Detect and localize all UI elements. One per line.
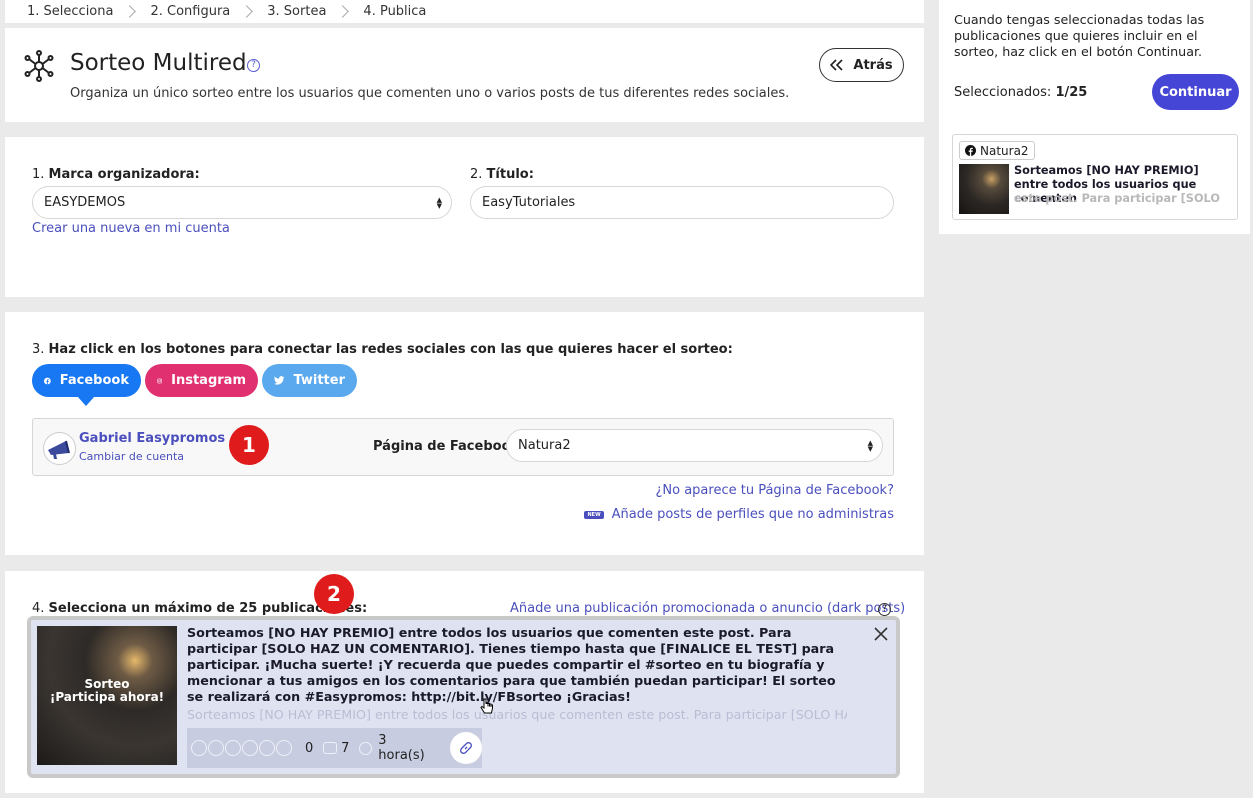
add-posts-link[interactable]: Añade posts de perfiles que no administr…: [612, 507, 894, 522]
back-button[interactable]: Atrás: [819, 48, 904, 82]
avatar: [43, 432, 76, 465]
side-instructions: Cuando tengas seleccionadas todas las pu…: [954, 12, 1205, 59]
brand-card: 1. Marca organizadora: EASYDEMOS ▲ ▼ Crea…: [5, 137, 924, 297]
networks-card: 3. Haz click en los botones para conecta…: [5, 312, 924, 555]
selection-panel: Cuando tengas seleccionadas todas las pu…: [939, 0, 1250, 234]
double-chevron-left-icon: [830, 59, 843, 71]
post-stats: 0 7 3 hora(s): [187, 728, 482, 768]
networks-label: 3. Haz click en los botones para conecta…: [32, 342, 733, 357]
post-faded-text: Sorteamos [NO HAY PREMIO] entre todos lo…: [187, 707, 847, 722]
step-badge-1: 1: [229, 425, 269, 465]
select-arrows-icon: ▲ ▼: [436, 196, 442, 210]
change-account-link[interactable]: Cambiar de cuenta: [79, 450, 184, 463]
create-brand-link[interactable]: Crear una nueva en mi cuenta: [32, 221, 230, 236]
link-button[interactable]: [450, 732, 482, 764]
comment-icon: [323, 742, 338, 754]
post-image-line2: ¡Participa ahora!: [49, 690, 165, 704]
step-2[interactable]: 2. Configura: [150, 4, 230, 19]
missing-page-link[interactable]: ¿No aparece tu Página de Facebook?: [656, 483, 895, 498]
reaction-icons: [191, 740, 292, 756]
facebook-button[interactable]: Facebook: [32, 364, 141, 406]
network-hub-icon: [24, 50, 54, 82]
megaphone-icon: [48, 440, 70, 459]
steps-breadcrumb: 1. Selecciona 2. Configura 3. Sortea 4. …: [5, 0, 924, 23]
step-1[interactable]: 1. Selecciona: [27, 4, 113, 19]
brand-label: 1. Marca organizadora:: [32, 167, 200, 182]
back-label: Atrás: [853, 57, 893, 73]
facebook-account-box: Gabriel Easypromos Cambiar de cuenta 1 P…: [32, 418, 894, 476]
step-badge-2: 2: [314, 574, 354, 614]
continue-button[interactable]: Continuar: [1152, 74, 1239, 110]
publications-card: 4. Selecciona un máximo de 25 publicacio…: [5, 571, 924, 793]
post-image: Sorteo ¡Participa ahora!: [37, 626, 177, 765]
chevron-right-icon: [336, 5, 350, 18]
facebook-icon: [44, 377, 51, 384]
brand-select-value: EASYDEMOS: [44, 195, 126, 210]
post-time: 3 hora(s): [378, 733, 425, 763]
add-profile-posts[interactable]: NEW Añade posts de perfiles que no admin…: [584, 507, 894, 522]
network-buttons: Facebook Instagram Twitter: [32, 364, 357, 406]
page-label: Página de Facebook:: [373, 439, 525, 454]
selected-post[interactable]: Sorteo ¡Participa ahora! Sorteamos [NO H…: [27, 616, 900, 778]
mini-page-tag: Natura2: [959, 141, 1035, 160]
instagram-button[interactable]: Instagram: [145, 364, 258, 397]
comment-count: 7: [341, 740, 350, 756]
account-name[interactable]: Gabriel Easypromos: [79, 431, 225, 446]
page-select-value: Natura2: [518, 438, 571, 453]
active-pointer: [77, 396, 95, 406]
select-arrows-icon: ▲ ▼: [867, 439, 873, 453]
help-icon[interactable]: ?: [247, 59, 260, 72]
clock-icon: [359, 741, 373, 755]
title-label: 2. Título:: [470, 167, 534, 182]
header-card: Sorteo Multired ? Organiza un único sort…: [5, 28, 924, 122]
facebook-page-select[interactable]: Natura2 ▲ ▼: [506, 429, 883, 462]
twitter-icon: [274, 376, 285, 385]
title-input[interactable]: [470, 186, 894, 219]
mini-post-image: [959, 164, 1009, 214]
twitter-button[interactable]: Twitter: [262, 364, 357, 397]
instagram-icon: [157, 378, 162, 383]
facebook-icon: [965, 145, 976, 156]
chevron-right-icon: [240, 5, 254, 18]
mini-post-faded: este post. Para participar [SOLO: [1014, 192, 1220, 205]
step-3[interactable]: 3. Sortea: [267, 4, 326, 19]
selected-post-preview[interactable]: Natura2 Sorteamos [NO HAY PREMIO] entre …: [952, 134, 1238, 220]
selected-counter: Seleccionados: 1/25: [954, 85, 1088, 100]
reaction-count: 0: [305, 740, 314, 756]
brand-select[interactable]: EASYDEMOS ▲ ▼: [32, 186, 452, 219]
post-text: Sorteamos [NO HAY PREMIO] entre todos lo…: [187, 625, 836, 704]
help-icon[interactable]: ?: [878, 603, 891, 616]
step-4[interactable]: 4. Publica: [363, 4, 426, 19]
chevron-right-icon: [123, 5, 137, 18]
new-tag: NEW: [584, 510, 604, 519]
hand-cursor-icon: [480, 698, 493, 714]
dark-posts-link[interactable]: Añade una publicación promocionada o anu…: [510, 601, 905, 616]
page-subtitle: Organiza un único sorteo entre los usuar…: [70, 86, 790, 101]
page-title: Sorteo Multired: [70, 50, 247, 76]
link-icon: [460, 742, 473, 754]
close-icon[interactable]: [874, 627, 888, 641]
